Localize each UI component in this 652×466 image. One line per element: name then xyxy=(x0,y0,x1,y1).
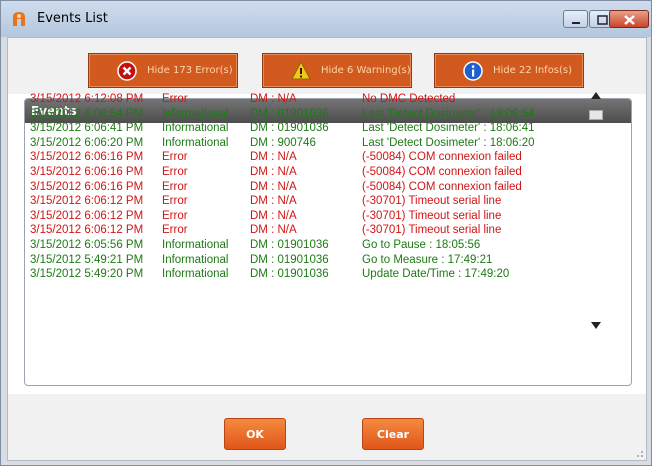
event-dm: DM : 01901036 xyxy=(250,253,329,266)
event-type: Error xyxy=(162,209,188,222)
hide-warnings-label: Hide 6 Warning(s) xyxy=(321,65,411,76)
event-date: 3/15/2012 6:06:12 PM xyxy=(30,195,144,208)
event-date: 3/15/2012 6:06:16 PM xyxy=(30,151,144,164)
event-date: 3/15/2012 6:12:08 PM xyxy=(30,93,144,105)
event-dm: DM : 900746 xyxy=(250,136,316,149)
error-circle-icon xyxy=(117,60,137,81)
event-date: 3/15/2012 5:49:21 PM xyxy=(30,253,144,266)
event-type: Informational xyxy=(162,107,229,120)
events-list-window: Events List Hide 173 Error(s) Hide 6 War… xyxy=(0,0,652,466)
event-dm: DM : N/A xyxy=(250,180,297,193)
event-dm: DM : N/A xyxy=(250,224,297,237)
event-message: Last 'Detect Dosimeter' : 18:06:54 xyxy=(362,107,535,120)
minimize-icon xyxy=(572,22,580,24)
window-content: Hide 173 Error(s) Hide 6 Warning(s) Hide… xyxy=(7,37,647,461)
event-dm: DM : N/A xyxy=(250,93,297,105)
event-date: 3/15/2012 6:06:12 PM xyxy=(30,209,144,222)
event-type: Informational xyxy=(162,238,229,251)
event-dm: DM : 01901036 xyxy=(250,107,329,120)
event-date: 3/15/2012 6:06:16 PM xyxy=(30,165,144,178)
event-dm: DM : N/A xyxy=(250,209,297,222)
event-dm: DM : 01901036 xyxy=(250,268,329,281)
info-circle-icon xyxy=(463,60,483,81)
event-message: (-50084) COM connexion failed xyxy=(362,180,522,193)
event-message: (-30701) Timeout serial line xyxy=(362,209,502,222)
event-message: Go to Pause : 18:05:56 xyxy=(362,238,481,251)
event-message: No DMC Detected xyxy=(362,93,456,105)
hide-infos-label: Hide 22 Infos(s) xyxy=(493,65,573,76)
event-row[interactable]: 3/15/2012 6:06:41 PM Informational DM : 01… xyxy=(30,121,590,136)
ok-button[interactable]: OK xyxy=(224,418,286,450)
app-logo-icon xyxy=(13,12,25,26)
event-message: (-30701) Timeout serial line xyxy=(362,195,502,208)
event-date: 3/15/2012 6:05:56 PM xyxy=(30,238,144,251)
event-row[interactable]: 3/15/2012 6:06:20 PM Informational DM : 90… xyxy=(30,136,590,151)
event-type: Error xyxy=(162,195,188,208)
event-date: 3/15/2012 6:06:16 PM xyxy=(30,180,144,193)
clear-button[interactable]: Clear xyxy=(362,418,424,450)
event-message: (-30701) Timeout serial line xyxy=(362,224,502,237)
event-row[interactable]: 3/15/2012 6:06:16 PM Error DM : N/A (-50084… xyxy=(30,165,590,180)
event-date: 3/15/2012 5:49:20 PM xyxy=(30,268,144,281)
close-button[interactable] xyxy=(609,10,649,28)
event-type: Error xyxy=(162,224,188,237)
event-row[interactable]: 3/15/2012 6:06:12 PM Error DM : N/A (-30701… xyxy=(30,223,590,238)
event-dm: DM : 01901036 xyxy=(250,122,329,135)
event-row[interactable]: 3/15/2012 6:06:16 PM Error DM : N/A (-50084… xyxy=(30,180,590,195)
event-message: (-50084) COM connexion failed xyxy=(362,151,522,164)
events-scrollbar[interactable] xyxy=(588,92,604,329)
resize-grip-icon[interactable] xyxy=(634,448,644,458)
event-type: Error xyxy=(162,93,188,105)
window-title: Events List xyxy=(37,11,108,26)
event-date: 3/15/2012 6:06:54 PM xyxy=(30,107,144,120)
hide-errors-button[interactable]: Hide 173 Error(s) xyxy=(88,53,238,88)
title-bar[interactable]: Events List xyxy=(1,1,651,37)
event-row[interactable]: 3/15/2012 6:05:56 PM Informational DM : 01… xyxy=(30,238,590,253)
events-log[interactable]: 3/15/2012 6:12:08 PM Error DM : N/A No DMC … xyxy=(30,92,590,304)
dialog-footer: OK Clear xyxy=(8,394,646,460)
event-message: Last 'Detect Dosimeter' : 18:06:20 xyxy=(362,136,535,149)
event-dm: DM : N/A xyxy=(250,195,297,208)
event-type: Error xyxy=(162,165,188,178)
close-icon xyxy=(624,15,635,25)
event-dm: DM : N/A xyxy=(250,165,297,178)
event-type: Error xyxy=(162,180,188,193)
event-date: 3/15/2012 6:06:41 PM xyxy=(30,122,144,135)
event-type: Error xyxy=(162,151,188,164)
event-dm: DM : N/A xyxy=(250,151,297,164)
event-date: 3/15/2012 6:06:20 PM xyxy=(30,136,144,149)
event-row[interactable]: 3/15/2012 6:12:08 PM Error DM : N/A No DMC … xyxy=(30,92,590,107)
hide-warnings-button[interactable]: Hide 6 Warning(s) xyxy=(262,53,412,88)
event-type: Informational xyxy=(162,122,229,135)
event-message: Last 'Detect Dosimeter' : 18:06:41 xyxy=(362,122,535,135)
hide-errors-label: Hide 173 Error(s) xyxy=(147,65,233,76)
event-message: Go to Measure : 17:49:21 xyxy=(362,253,493,266)
event-message: (-50084) COM connexion failed xyxy=(362,165,522,178)
event-type: Informational xyxy=(162,268,229,281)
scroll-down-arrow-icon[interactable] xyxy=(591,322,601,329)
event-message: Update Date/Time : 17:49:20 xyxy=(362,268,510,281)
minimize-button[interactable] xyxy=(563,10,588,28)
event-row[interactable]: 3/15/2012 5:49:21 PM Informational DM : 01… xyxy=(30,253,590,268)
event-date: 3/15/2012 6:06:12 PM xyxy=(30,224,144,237)
event-type: Informational xyxy=(162,136,229,149)
event-row[interactable]: 3/15/2012 6:06:12 PM Error DM : N/A (-30701… xyxy=(30,209,590,224)
event-type: Informational xyxy=(162,253,229,266)
event-row[interactable]: 3/15/2012 6:06:16 PM Error DM : N/A (-50084… xyxy=(30,150,590,165)
scroll-thumb[interactable] xyxy=(589,110,603,120)
event-row[interactable]: 3/15/2012 6:06:54 PM Informational DM : 01… xyxy=(30,107,590,122)
scroll-up-arrow-icon[interactable] xyxy=(591,92,601,99)
event-row[interactable]: 3/15/2012 6:06:12 PM Error DM : N/A (-30701… xyxy=(30,194,590,209)
warning-triangle-icon xyxy=(291,60,311,79)
hide-infos-button[interactable]: Hide 22 Infos(s) xyxy=(434,53,584,88)
event-row[interactable]: 3/15/2012 5:49:20 PM Informational DM : 01… xyxy=(30,267,590,282)
filter-toolbar: Hide 173 Error(s) Hide 6 Warning(s) Hide… xyxy=(8,38,646,94)
event-dm: DM : 01901036 xyxy=(250,238,329,251)
